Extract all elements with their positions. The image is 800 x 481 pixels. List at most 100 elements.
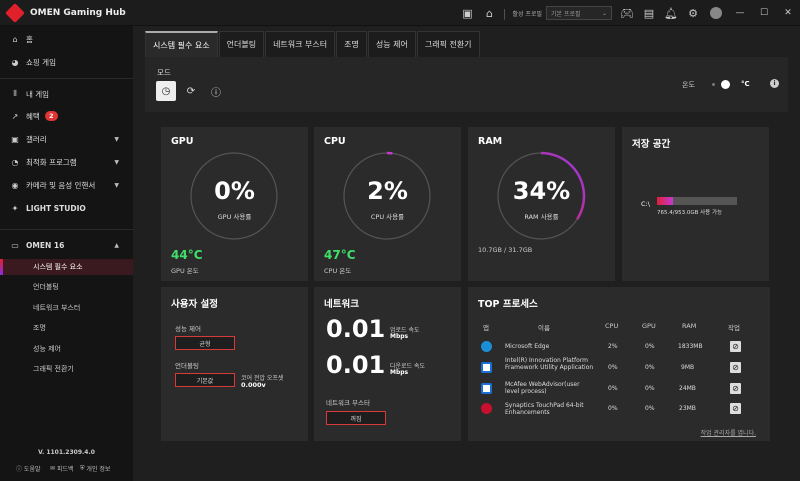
cpu-usage-label: CPU 사용률 <box>370 213 405 221</box>
separator: | <box>502 6 507 20</box>
ram-title: RAM <box>478 136 503 147</box>
maximize-icon[interactable]: ☐ <box>752 0 776 26</box>
privacy-link[interactable]: ⛨ 개인 정보 <box>80 464 110 474</box>
gamepad-icon[interactable]: 🎮︎ <box>616 2 638 24</box>
user-settings-title: 사용자 설정 <box>171 299 219 310</box>
column-header-name: 이름 <box>538 324 550 332</box>
sidebar-item-library[interactable]: ⫴ 내 게임 <box>0 85 133 103</box>
sidebar-subitem-network[interactable]: 네트워크 부스터 <box>0 300 133 316</box>
top-processes-panel: TOP 프로세스 앱 이름 CPU GPU RAM 작업 Microsoft E… <box>468 287 770 441</box>
sidebar-item-home[interactable]: ⌂ 홈 <box>0 30 133 48</box>
sidebar-subitem-system[interactable]: 시스템 필수 요소 <box>0 259 133 275</box>
sidebar-item-optimizer[interactable]: ◔ 최적화 프로그램 ▼ <box>0 153 133 171</box>
overlay-icon[interactable]: ▣ <box>456 2 478 24</box>
sidebar-label: 혜택 <box>26 111 40 121</box>
chevron-down-icon: ▼ <box>114 158 119 166</box>
library-icon: ⫴ <box>13 89 17 98</box>
network-booster-button[interactable]: 꺼짐 <box>326 411 386 425</box>
synaptics-app-icon <box>481 403 492 414</box>
tab-network[interactable]: 네트워크 부스터 <box>265 31 336 57</box>
tab-performance[interactable]: 성능 제어 <box>367 31 416 57</box>
column-header-app: 앱 <box>483 324 489 332</box>
dashboard-mode-icon[interactable]: ◷ <box>156 81 176 101</box>
user-settings-panel: 사용자 설정 성능 제어 균형 언더볼팅 기본값 코어 전압 오프셋 0.000… <box>161 287 308 441</box>
network-booster-label: 네트워크 부스터 <box>326 399 370 407</box>
divider <box>0 229 133 230</box>
sidebar: ⌂ 홈 ◕ 쇼핑 게임 ⫴ 내 게임 ↗ 혜택 2 ▣ 갤러리 ▼ ◔ 최적화 프로그램 ▼ ◉ 카… <box>0 26 133 481</box>
perf-control-label: 성능 제어 <box>175 325 201 333</box>
storage-bar <box>657 197 737 205</box>
chevron-down-icon: ▼ <box>114 181 119 189</box>
edge-app-icon <box>481 341 492 352</box>
tab-system[interactable]: 시스템 필수 요소 <box>145 31 218 57</box>
column-header-ram: RAM <box>682 322 697 330</box>
close-icon[interactable]: ✕ <box>776 0 800 26</box>
notification-bell-icon[interactable]: 🔔︎ <box>660 2 682 24</box>
chevron-up-icon: ▲ <box>114 241 119 249</box>
temperature-unit-toggle[interactable] <box>712 80 732 89</box>
minimize-icon[interactable]: — <box>728 0 752 26</box>
sidebar-item-camera[interactable]: ◉ 카메라 및 음성 인핸서 ▼ <box>0 176 133 194</box>
cpu-panel: CPU 2% CPU 사용률 47°C CPU 온도 <box>314 127 461 281</box>
network-panel: 네트워크 0.01 업로드 속도 Mbps 0.01 다운로드 속도 Mbps … <box>314 287 461 441</box>
sidebar-item-shop[interactable]: ◕ 쇼핑 게임 <box>0 53 133 71</box>
home-icon[interactable]: ⌂ <box>478 2 500 24</box>
undervolt-button[interactable]: 기본값 <box>175 373 235 387</box>
sidebar-subitem-performance[interactable]: 성능 제어 <box>0 341 133 357</box>
sidebar-label: LIGHT STUDIO <box>26 203 86 213</box>
cpu-temperature: 47°C <box>324 248 356 262</box>
mode-bar: 모드 ◷ ⟳ ⓘ 온도 °C i <box>145 57 788 112</box>
info-icon[interactable]: i <box>770 79 779 88</box>
gauge-icon: ◔ <box>11 157 19 167</box>
column-header-cpu: CPU <box>605 322 619 330</box>
end-task-icon[interactable]: ⊘ <box>730 362 741 373</box>
end-task-icon[interactable]: ⊘ <box>730 383 741 394</box>
sidebar-subitem-graphics[interactable]: 그래픽 전환기 <box>0 361 133 377</box>
settings-gear-icon[interactable]: ⚙ <box>682 2 704 24</box>
gpu-percent: 0% <box>214 177 255 205</box>
app-title: OMEN Gaming Hub <box>30 7 126 18</box>
capture-icon[interactable]: ▤ <box>638 2 660 24</box>
profile-value: 기본 프로필 <box>551 10 581 18</box>
refresh-mode-icon[interactable]: ⟳ <box>181 81 201 101</box>
end-task-icon[interactable]: ⊘ <box>730 341 741 352</box>
process-gpu: 0% <box>645 405 655 412</box>
feedback-link[interactable]: ✉ 피드백 <box>50 464 74 473</box>
process-cpu: 0% <box>608 405 618 412</box>
sidebar-subitem-lighting[interactable]: 조명 <box>0 320 133 336</box>
gpu-temperature-label: GPU 온도 <box>171 267 199 275</box>
tab-undervolt[interactable]: 언더볼팅 <box>218 31 265 57</box>
process-name: Intel(R) Innovation Platform Framework U… <box>505 357 594 371</box>
cpu-temperature-label: CPU 온도 <box>324 267 352 275</box>
process-ram: 9MB <box>681 364 695 371</box>
core-voltage-value: 0.000v <box>241 381 266 389</box>
tab-graphics[interactable]: 그래픽 전환기 <box>416 31 480 57</box>
sidebar-label: 갤러리 <box>26 134 47 144</box>
user-avatar[interactable] <box>710 7 722 19</box>
perf-mode-button[interactable]: 균형 <box>175 336 235 350</box>
profile-dropdown[interactable]: 기본 프로필 ⌄ <box>546 6 612 20</box>
sidebar-item-gallery[interactable]: ▣ 갤러리 ▼ <box>0 130 133 148</box>
tab-lighting[interactable]: 조명 <box>336 31 367 57</box>
sidebar-item-device[interactable]: ▭ OMEN 16 ▲ <box>0 236 133 254</box>
temperature-label: 온도 <box>682 81 695 89</box>
process-gpu: 0% <box>645 343 655 350</box>
version-text: V. 1101.2309.4.0 <box>38 449 95 456</box>
network-title: 네트워크 <box>324 299 359 310</box>
open-task-manager-link[interactable]: 작업 관리자를 엽니다. <box>701 428 756 437</box>
info-mode-icon[interactable]: ⓘ <box>206 81 226 101</box>
sidebar-item-rewards[interactable]: ↗ 혜택 2 <box>0 107 133 125</box>
help-link[interactable]: ⓘ 도움말 <box>16 464 40 473</box>
rewards-badge: 2 <box>44 111 58 121</box>
mode-label: 모드 <box>157 68 171 77</box>
sidebar-item-light-studio[interactable]: ✦ LIGHT STUDIO <box>0 199 133 217</box>
process-cpu: 0% <box>608 385 618 392</box>
sidebar-label: 홈 <box>26 34 33 44</box>
sidebar-subitem-undervolt[interactable]: 언더볼팅 <box>0 279 133 295</box>
camera-icon: ◉ <box>11 180 19 190</box>
intel-app-icon <box>481 362 492 373</box>
process-gpu: 0% <box>645 385 655 392</box>
gpu-temperature: 44°C <box>171 248 203 262</box>
end-task-icon[interactable]: ⊘ <box>730 403 741 414</box>
footer-label: 도움말 <box>23 466 41 473</box>
